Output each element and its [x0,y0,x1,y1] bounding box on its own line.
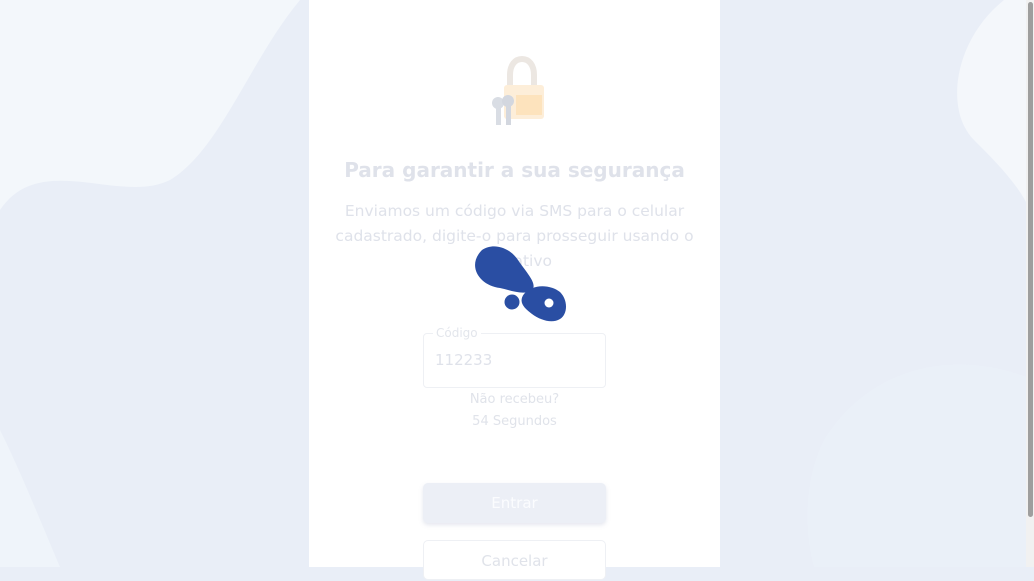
scrollbar-thumb[interactable] [1028,2,1033,517]
vertical-scrollbar[interactable] [1026,0,1034,567]
enter-button[interactable]: Entrar [423,483,606,523]
resend-question[interactable]: Não recebeu? [309,392,720,407]
loading-footprint-icon [475,246,566,322]
background-wave-left [0,0,320,567]
background-wave-right [714,0,1034,567]
lock-with-keys-icon [492,55,544,125]
resend-timer: 54 Segundos [472,414,557,429]
code-input-value[interactable]: 112233 [435,351,492,369]
cancel-button[interactable]: Cancelar [423,540,606,580]
page-title: Para garantir a sua segurança [344,158,685,182]
code-input-label: Código [433,326,481,340]
